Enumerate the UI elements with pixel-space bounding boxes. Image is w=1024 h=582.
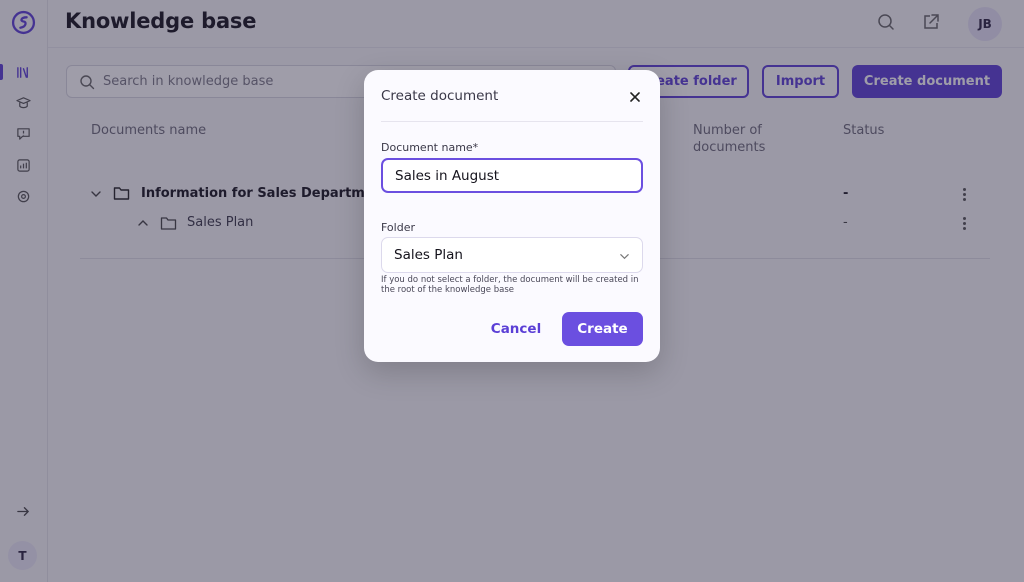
document-name-input[interactable] [381, 158, 643, 193]
document-name-label: Document name* [381, 141, 479, 154]
chevron-down-icon [620, 254, 629, 260]
dialog-title: Create document [381, 88, 499, 104]
create-button[interactable]: Create [562, 312, 643, 346]
dialog-divider [381, 121, 643, 122]
close-icon[interactable] [628, 90, 642, 104]
folder-select-value: Sales Plan [394, 247, 463, 263]
cancel-button[interactable]: Cancel [484, 312, 548, 346]
folder-select[interactable]: Sales Plan [381, 237, 643, 273]
folder-label: Folder [381, 221, 415, 234]
folder-helper-text: If you do not select a folder, the docum… [381, 275, 639, 295]
create-document-dialog: Create document Document name* Folder Sa… [364, 70, 660, 362]
